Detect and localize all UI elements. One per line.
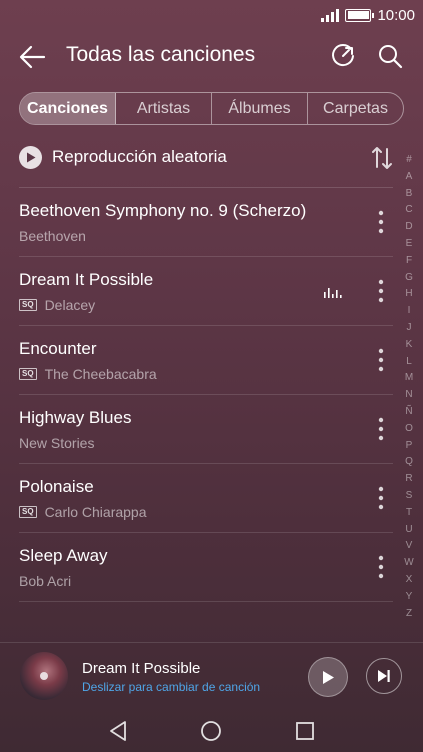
- shuffle-label: Reproducción aleatoria: [52, 147, 227, 166]
- alphabet-index-letter[interactable]: Ñ: [405, 404, 412, 421]
- battery-icon: [345, 8, 375, 22]
- alphabet-index-letter[interactable]: G: [405, 270, 413, 287]
- shuffle-play-row[interactable]: Reproducción aleatoria: [19, 140, 393, 174]
- alphabet-index-letter[interactable]: R: [405, 471, 412, 488]
- refresh-icon[interactable]: [330, 43, 356, 69]
- tab-bar: Canciones Artistas Álbumes Carpetas: [19, 92, 404, 125]
- swipe-hint: Deslizar para cambiar de canción: [82, 680, 261, 694]
- now-playing-title: Dream It Possible: [82, 660, 201, 677]
- song-title: Beethoven Symphony no. 9 (Scherzo): [19, 201, 307, 220]
- song-artist: New Stories: [19, 435, 95, 451]
- alphabet-index-letter[interactable]: W: [404, 555, 413, 572]
- nav-home-icon[interactable]: [200, 720, 222, 742]
- song-artist: Bob Acri: [19, 573, 72, 589]
- alphabet-index-letter[interactable]: I: [408, 303, 411, 320]
- song-item[interactable]: Sleep Away Bob Acri: [19, 533, 393, 602]
- app-header: Todas las canciones: [0, 30, 423, 84]
- system-nav-bar: [0, 712, 423, 752]
- alphabet-index-letter[interactable]: K: [406, 337, 413, 354]
- song-item[interactable]: Beethoven Symphony no. 9 (Scherzo) Beeth…: [19, 188, 393, 257]
- tab-canciones[interactable]: Canciones: [20, 93, 116, 124]
- alphabet-index-letter[interactable]: H: [405, 286, 412, 303]
- alphabet-index-letter[interactable]: N: [405, 387, 412, 404]
- more-options-icon[interactable]: [377, 279, 385, 303]
- alphabet-index-letter[interactable]: S: [406, 488, 413, 505]
- album-art: [20, 652, 68, 700]
- alphabet-index-letter[interactable]: B: [406, 186, 413, 203]
- song-item[interactable]: Dream It Possible SQ Delacey: [19, 257, 393, 326]
- mini-player[interactable]: Dream It Possible Deslizar para cambiar …: [0, 642, 423, 710]
- alphabet-index-letter[interactable]: X: [406, 572, 413, 589]
- alphabet-index-letter[interactable]: V: [406, 538, 413, 555]
- search-icon[interactable]: [377, 43, 403, 69]
- song-title: Sleep Away: [19, 546, 108, 565]
- more-options-icon[interactable]: [377, 486, 385, 510]
- alphabet-index-letter[interactable]: Z: [406, 606, 412, 623]
- sq-badge: SQ: [19, 368, 37, 380]
- alphabet-index-letter[interactable]: P: [406, 438, 413, 455]
- page-title: Todas las canciones: [66, 43, 256, 66]
- tab-albumes[interactable]: Álbumes: [212, 93, 308, 124]
- nav-back-icon[interactable]: [107, 720, 129, 742]
- song-artist: Carlo Chiarappa: [44, 504, 147, 520]
- skip-next-icon: [378, 670, 390, 682]
- song-artist: Beethoven: [19, 228, 86, 244]
- song-item[interactable]: Polonaise SQ Carlo Chiarappa: [19, 464, 393, 533]
- song-artist: The Cheebacabra: [44, 366, 157, 382]
- alphabet-index-letter[interactable]: #: [406, 152, 412, 169]
- alphabet-index-letter[interactable]: A: [406, 169, 413, 186]
- play-icon: [323, 670, 334, 684]
- sq-badge: SQ: [19, 506, 37, 518]
- alphabet-index[interactable]: # A B C D E F G H I J K L M N Ñ O P Q R S T U V W X Y Z: [400, 152, 418, 622]
- alphabet-index-letter[interactable]: U: [405, 522, 412, 539]
- alphabet-index-letter[interactable]: J: [407, 320, 412, 337]
- song-title: Dream It Possible: [19, 270, 154, 289]
- signal-icon: [321, 8, 340, 22]
- status-bar: 10:00: [0, 0, 423, 30]
- tab-carpetas[interactable]: Carpetas: [308, 93, 403, 124]
- sq-badge: SQ: [19, 299, 37, 311]
- skip-next-button[interactable]: [366, 658, 402, 694]
- song-title: Highway Blues: [19, 408, 132, 427]
- song-item[interactable]: Encounter SQ The Cheebacabra: [19, 326, 393, 395]
- song-artist: Delacey: [44, 297, 96, 313]
- now-playing-equalizer-icon: [324, 288, 342, 298]
- play-icon: [19, 145, 42, 169]
- alphabet-index-letter[interactable]: D: [405, 219, 412, 236]
- alphabet-index-letter[interactable]: E: [406, 236, 413, 253]
- alphabet-index-letter[interactable]: M: [405, 370, 413, 387]
- song-title: Polonaise: [19, 477, 94, 496]
- more-options-icon[interactable]: [377, 210, 385, 234]
- status-time: 10:00: [377, 6, 415, 24]
- more-options-icon[interactable]: [377, 417, 385, 441]
- alphabet-index-letter[interactable]: O: [405, 421, 413, 438]
- alphabet-index-letter[interactable]: L: [406, 354, 412, 371]
- sort-icon[interactable]: [371, 145, 393, 171]
- alphabet-index-letter[interactable]: T: [406, 505, 412, 522]
- play-button[interactable]: [308, 657, 348, 697]
- tab-artistas[interactable]: Artistas: [116, 93, 212, 124]
- alphabet-index-letter[interactable]: Y: [406, 589, 413, 606]
- song-title: Encounter: [19, 339, 97, 358]
- alphabet-index-letter[interactable]: F: [406, 253, 412, 270]
- more-options-icon[interactable]: [377, 555, 385, 579]
- alphabet-index-letter[interactable]: C: [405, 202, 412, 219]
- song-list: Beethoven Symphony no. 9 (Scherzo) Beeth…: [0, 188, 423, 602]
- back-arrow-icon[interactable]: [18, 44, 46, 70]
- nav-recents-icon[interactable]: [295, 721, 315, 741]
- song-item[interactable]: Highway Blues New Stories: [19, 395, 393, 464]
- alphabet-index-letter[interactable]: Q: [405, 454, 413, 471]
- more-options-icon[interactable]: [377, 348, 385, 372]
